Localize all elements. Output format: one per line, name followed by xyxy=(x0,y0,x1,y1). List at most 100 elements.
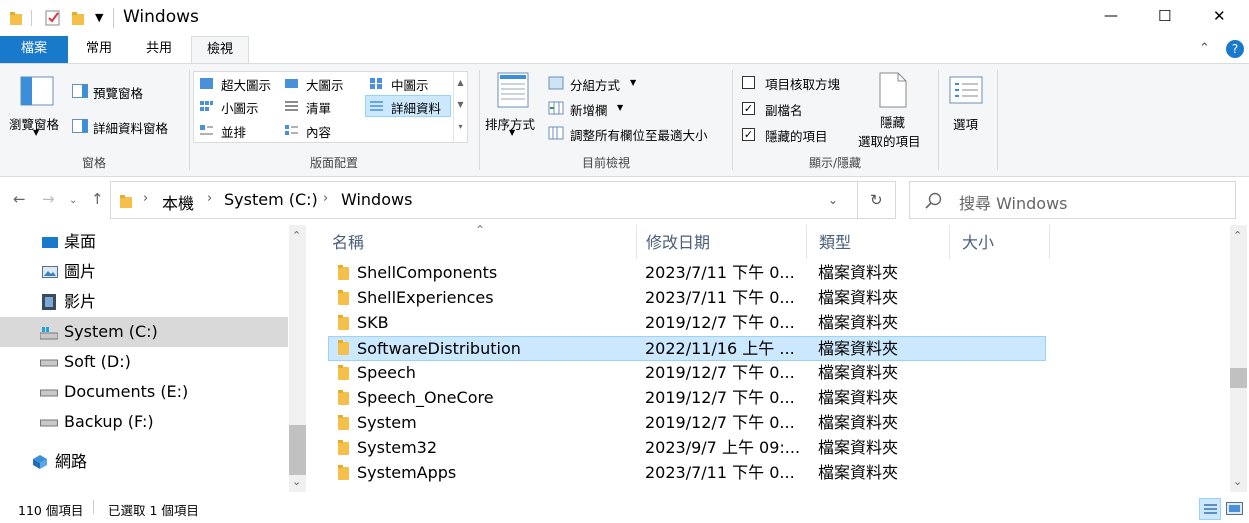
close-button[interactable]: ✕ xyxy=(1213,7,1226,25)
file-row[interactable]: System 2019/12/7 下午 0... 檔案資料夾 xyxy=(328,411,1046,436)
file-type: 檔案資料夾 xyxy=(818,463,899,482)
file-name: Speech xyxy=(357,363,416,382)
up-arrow-icon[interactable]: ↑ xyxy=(91,190,104,208)
hide-selected-button[interactable]: 隱藏 xyxy=(880,112,905,131)
file-date: 2023/7/11 下午 0... xyxy=(645,463,795,482)
file-date: 2019/12/7 下午 0... xyxy=(645,388,795,407)
details-pane-button[interactable]: 詳細資料窗格 xyxy=(93,118,168,137)
tab-file[interactable]: 檔案 xyxy=(0,36,68,63)
refresh-icon[interactable]: ↻ xyxy=(870,191,883,209)
content-option[interactable]: 內容 xyxy=(306,122,331,141)
nav-item-label: 桌面 xyxy=(64,232,97,251)
folder-icon xyxy=(338,265,349,280)
file-row[interactable]: Speech 2019/12/7 下午 0... 檔案資料夾 xyxy=(328,361,1046,386)
tab-share[interactable]: 共用 xyxy=(132,36,186,63)
column-header-modified[interactable]: 修改日期 xyxy=(634,225,807,259)
tab-home[interactable]: 常用 xyxy=(72,36,126,63)
small-icons-option[interactable]: 小圖示 xyxy=(221,98,259,117)
breadcrumb-system-c[interactable]: System (C:) xyxy=(224,190,318,209)
file-date: 2022/11/16 上午 ... xyxy=(645,339,795,358)
gallery-scroll[interactable]: ▲ ▼ ▾ xyxy=(453,72,467,142)
file-name: SoftwareDistribution xyxy=(357,339,521,358)
extra-large-icons-option[interactable]: 超大圖示 xyxy=(221,75,271,94)
file-list-scrollbar[interactable]: ⌃ ⌄ xyxy=(1230,225,1247,492)
recent-locations-icon[interactable]: ⌄ xyxy=(69,195,77,206)
extra-large-icons-icon xyxy=(200,78,213,89)
folder-icon xyxy=(338,440,349,455)
column-header-size[interactable]: 大小 xyxy=(950,225,1050,259)
group-by-button[interactable]: 分組方式 xyxy=(570,75,620,94)
details-option[interactable]: 詳細資料 xyxy=(391,98,441,117)
file-name: SKB xyxy=(357,313,389,332)
expand-ribbon-icon[interactable]: ⌃ xyxy=(1199,41,1210,56)
tiles-option[interactable]: 並排 xyxy=(221,122,246,141)
tiles-icon xyxy=(200,125,213,135)
file-extensions-checkbox[interactable]: ✓ xyxy=(742,102,755,115)
folder-icon xyxy=(10,12,22,25)
breadcrumb-this-pc[interactable]: 本機 xyxy=(162,190,194,214)
nav-item-network[interactable]: 網路 xyxy=(0,447,288,477)
folder-icon xyxy=(120,195,132,208)
desktop-icon xyxy=(42,237,58,248)
file-extensions-label: 副檔名 xyxy=(765,103,803,118)
address-dropdown-icon[interactable]: ⌄ xyxy=(828,193,838,207)
breadcrumb-windows[interactable]: Windows xyxy=(341,190,412,209)
maximize-button[interactable]: ☐ xyxy=(1158,7,1171,25)
preview-pane-button[interactable]: 預覽窗格 xyxy=(93,83,143,102)
back-arrow-icon[interactable]: ← xyxy=(13,190,26,208)
nav-item-pictures[interactable]: 圖片 xyxy=(0,257,288,287)
large-icons-view-icon[interactable] xyxy=(1226,502,1243,515)
size-columns-icon xyxy=(548,126,564,140)
new-folder-icon[interactable] xyxy=(72,11,84,25)
sort-by-icon xyxy=(497,72,529,108)
hidden-items-checkbox[interactable]: ✓ xyxy=(742,128,755,141)
column-header-type[interactable]: 類型 xyxy=(807,225,950,259)
nav-item-soft-d[interactable]: Soft (D:) xyxy=(0,347,288,377)
add-columns-button[interactable]: 新增欄 xyxy=(570,100,608,119)
file-name: Speech_OneCore xyxy=(357,388,494,407)
system-drive-icon xyxy=(40,327,58,340)
ribbon: 瀏覽窗格 ▼ 預覽窗格 詳細資料窗格 窗格 ▲ ▼ ▾ 超大圖示 大圖示 中圖示 小… xyxy=(0,63,1249,177)
list-option[interactable]: 清單 xyxy=(306,98,331,117)
details-view-button[interactable] xyxy=(1199,498,1221,520)
customize-qat-icon[interactable]: ▼ xyxy=(95,11,103,24)
nav-item-documents-e[interactable]: Documents (E:) xyxy=(0,377,288,407)
window-title: Windows xyxy=(123,7,199,27)
column-header-name[interactable]: 名稱 xyxy=(320,225,637,259)
address-bar[interactable]: › 本機 › System (C:) › Windows ⌄ ↻ xyxy=(110,181,896,219)
nav-item-system-c[interactable]: System (C:) xyxy=(0,317,288,347)
options-button[interactable]: 選項 xyxy=(953,114,978,133)
nav-item-backup-f[interactable]: Backup (F:) xyxy=(0,407,288,437)
file-row[interactable]: ShellExperiences 2023/7/11 下午 0... 檔案資料夾 xyxy=(328,286,1046,311)
minimize-button[interactable]: — xyxy=(1104,8,1118,24)
nav-item-desktop[interactable]: 桌面 xyxy=(0,227,288,257)
file-row[interactable]: SKB 2019/12/7 下午 0... 檔案資料夾 xyxy=(328,311,1046,336)
item-checkboxes-label: 項目核取方塊 xyxy=(765,77,841,92)
file-type: 檔案資料夾 xyxy=(818,413,899,432)
large-icons-option[interactable]: 大圖示 xyxy=(306,75,344,94)
properties-icon[interactable] xyxy=(45,10,61,26)
tab-view[interactable]: 檢視 xyxy=(191,36,249,64)
file-row[interactable]: SystemApps 2023/7/11 下午 0... 檔案資料夾 xyxy=(328,461,1046,486)
folder-icon xyxy=(338,415,349,430)
nav-scrollbar[interactable]: ⌃ ⌄ xyxy=(289,225,306,492)
show-hide-group-label: 顯示/隱藏 xyxy=(808,156,862,170)
file-row-selected[interactable]: SoftwareDistribution 2022/11/16 上午 ... 檔案資… xyxy=(328,336,1046,361)
file-row[interactable]: Speech_OneCore 2019/12/7 下午 0... 檔案資料夾 xyxy=(328,386,1046,411)
nav-scrollbar-thumb[interactable] xyxy=(289,425,306,475)
file-list-scrollbar-thumb[interactable] xyxy=(1230,368,1247,388)
search-box[interactable]: 搜尋 Windows xyxy=(909,181,1236,219)
medium-icons-icon xyxy=(370,78,382,89)
help-icon[interactable]: ? xyxy=(1226,40,1244,58)
item-checkboxes-checkbox[interactable] xyxy=(742,76,755,89)
search-icon xyxy=(925,192,942,209)
medium-icons-option[interactable]: 中圖示 xyxy=(391,75,429,94)
nav-item-label: Backup (F:) xyxy=(64,412,154,431)
status-bar: 110 個項目 已選取 1 個項目 xyxy=(0,492,1249,523)
nav-item-videos[interactable]: 影片 xyxy=(0,287,288,317)
file-row[interactable]: ShellComponents 2023/7/11 下午 0... 檔案資料夾 xyxy=(328,261,1046,286)
file-row[interactable]: System32 2023/9/7 上午 09:... 檔案資料夾 xyxy=(328,436,1046,461)
size-all-columns-button[interactable]: 調整所有欄位至最適大小 xyxy=(570,125,708,144)
nav-item-label: 網路 xyxy=(55,452,88,471)
forward-arrow-icon[interactable]: → xyxy=(42,190,55,208)
